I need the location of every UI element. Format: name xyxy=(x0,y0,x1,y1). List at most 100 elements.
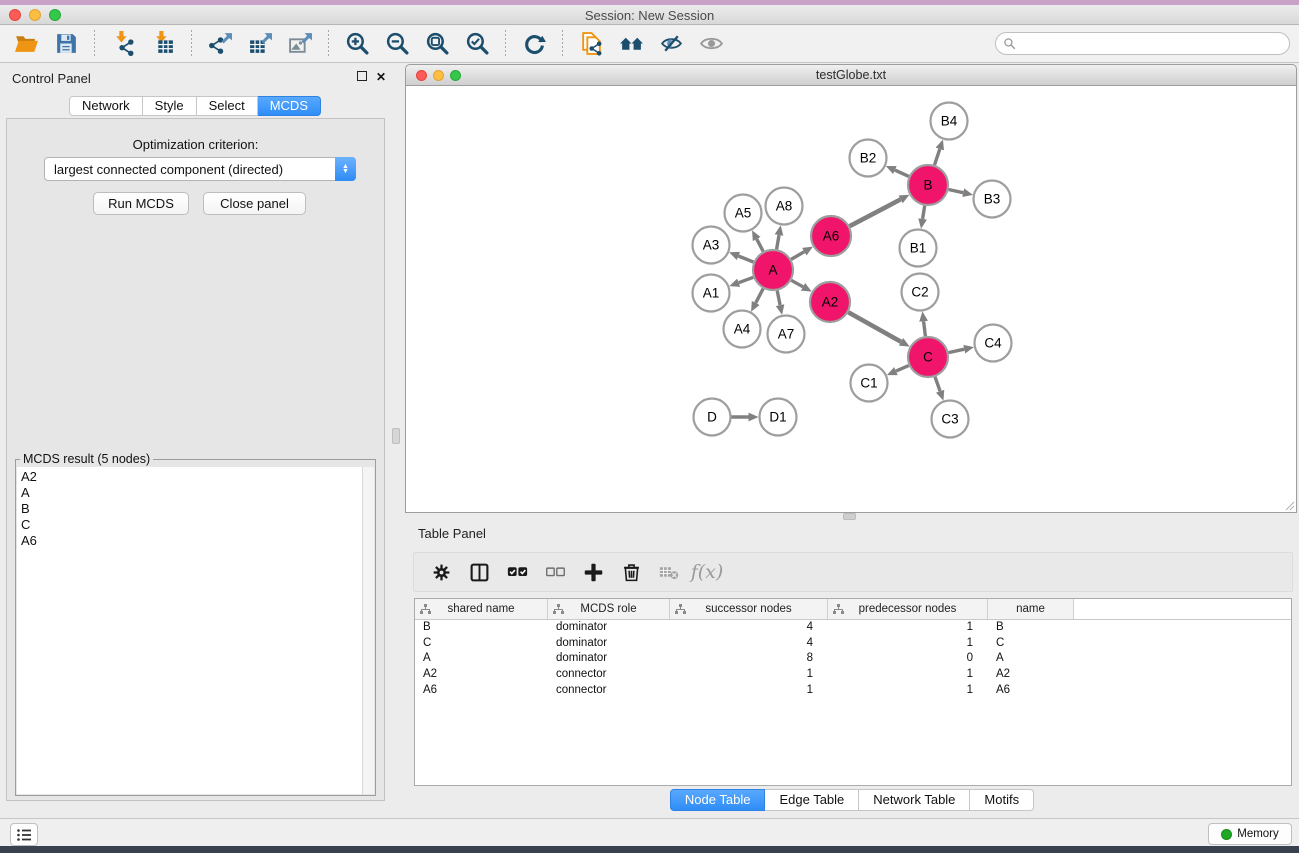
result-item[interactable]: A6 xyxy=(21,533,362,549)
cell-MCDS-role[interactable]: connector xyxy=(548,683,670,699)
column-header-predecessor-nodes[interactable]: predecessor nodes xyxy=(828,599,988,619)
node-A7[interactable]: A7 xyxy=(768,316,805,353)
result-item[interactable]: B xyxy=(21,501,362,517)
cell-MCDS-role[interactable]: connector xyxy=(548,667,670,683)
column-header-successor-nodes[interactable]: successor nodes xyxy=(670,599,828,619)
cell-predecessor-nodes[interactable]: 1 xyxy=(828,620,988,636)
resize-grip-icon[interactable] xyxy=(1283,499,1295,511)
edge-C-C2[interactable] xyxy=(924,321,926,336)
edge-B-B4[interactable] xyxy=(935,149,940,165)
export-image-button[interactable] xyxy=(280,28,320,60)
node-A[interactable]: A xyxy=(753,250,793,290)
node-B4[interactable]: B4 xyxy=(931,103,968,140)
cell-MCDS-role[interactable]: dominator xyxy=(548,636,670,652)
cell-shared-name[interactable]: A6 xyxy=(415,683,548,699)
cell-MCDS-role[interactable]: dominator xyxy=(548,651,670,667)
export-network-button[interactable] xyxy=(200,28,240,60)
edge-B-B1[interactable] xyxy=(923,206,925,219)
open-file-button[interactable] xyxy=(6,28,46,60)
column-header-name[interactable]: name xyxy=(988,599,1074,619)
add-row-button[interactable] xyxy=(574,556,612,588)
export-table-button[interactable] xyxy=(240,28,280,60)
show-all-button[interactable] xyxy=(691,28,731,60)
node-A2[interactable]: A2 xyxy=(810,282,850,322)
edge-A2-C[interactable] xyxy=(848,312,901,342)
deselect-all-rows-button[interactable] xyxy=(536,556,574,588)
search-input[interactable] xyxy=(1016,37,1289,51)
node-A3[interactable]: A3 xyxy=(693,227,730,264)
search-box[interactable] xyxy=(995,32,1290,55)
node-A8[interactable]: A8 xyxy=(766,188,803,225)
select-all-rows-button[interactable] xyxy=(498,556,536,588)
node-C1[interactable]: C1 xyxy=(851,365,888,402)
task-history-button[interactable] xyxy=(10,823,38,846)
result-item[interactable]: A xyxy=(21,485,362,501)
cell-shared-name[interactable]: A xyxy=(415,651,548,667)
zoom-selected-button[interactable] xyxy=(457,28,497,60)
node-A1[interactable]: A1 xyxy=(693,275,730,312)
edge-A-A6[interactable] xyxy=(791,252,804,260)
first-neighbors-button[interactable] xyxy=(611,28,651,60)
cell-successor-nodes[interactable]: 1 xyxy=(670,683,828,699)
save-session-button[interactable] xyxy=(46,28,86,60)
node-table[interactable]: shared name MCDS role successor nodes pr… xyxy=(414,598,1292,786)
delete-rows-button[interactable] xyxy=(612,556,650,588)
edge-A-A2[interactable] xyxy=(791,280,803,287)
node-C4[interactable]: C4 xyxy=(975,325,1012,362)
cell-name[interactable]: A2 xyxy=(988,667,1074,683)
node-A4[interactable]: A4 xyxy=(724,311,761,348)
zoom-fit-button[interactable] xyxy=(417,28,457,60)
tab-select[interactable]: Select xyxy=(197,96,258,116)
table-row[interactable]: A2connector11A2 xyxy=(415,667,1291,683)
edge-A-A8[interactable] xyxy=(777,235,779,249)
vertical-splitter-handle[interactable] xyxy=(392,428,400,444)
edge-B-B3[interactable] xyxy=(949,190,964,193)
table-tab-motifs[interactable]: Motifs xyxy=(970,789,1034,811)
edge-A-A1[interactable] xyxy=(739,277,754,282)
cell-successor-nodes[interactable]: 1 xyxy=(670,667,828,683)
edge-C-C4[interactable] xyxy=(949,349,965,352)
node-C2[interactable]: C2 xyxy=(902,274,939,311)
horizontal-splitter-handle[interactable] xyxy=(843,513,856,520)
column-header-MCDS-role[interactable]: MCDS role xyxy=(548,599,670,619)
node-B1[interactable]: B1 xyxy=(900,230,937,267)
cell-successor-nodes[interactable]: 4 xyxy=(670,620,828,636)
cell-successor-nodes[interactable]: 8 xyxy=(670,651,828,667)
node-D1[interactable]: D1 xyxy=(760,399,797,436)
table-row[interactable]: Bdominator41B xyxy=(415,620,1291,636)
float-panel-icon[interactable] xyxy=(357,70,367,84)
edge-A-A7[interactable] xyxy=(777,291,780,306)
column-header-shared-name[interactable]: shared name xyxy=(415,599,548,619)
import-table-button[interactable] xyxy=(143,28,183,60)
cell-shared-name[interactable]: C xyxy=(415,636,548,652)
node-B2[interactable]: B2 xyxy=(850,140,887,177)
node-C3[interactable]: C3 xyxy=(932,401,969,438)
table-row[interactable]: A6connector11A6 xyxy=(415,683,1291,699)
node-B[interactable]: B xyxy=(908,165,948,205)
node-D[interactable]: D xyxy=(694,399,731,436)
cell-predecessor-nodes[interactable]: 1 xyxy=(828,667,988,683)
node-A6[interactable]: A6 xyxy=(811,216,851,256)
tab-network[interactable]: Network xyxy=(69,96,143,116)
show-columns-button[interactable] xyxy=(460,556,498,588)
criterion-dropdown[interactable]: largest connected component (directed) ▲… xyxy=(44,157,356,181)
node-B3[interactable]: B3 xyxy=(974,181,1011,218)
table-row[interactable]: Cdominator41C xyxy=(415,636,1291,652)
edge-A6-B[interactable] xyxy=(850,199,901,226)
cell-predecessor-nodes[interactable]: 1 xyxy=(828,683,988,699)
table-row[interactable]: Adominator80A xyxy=(415,651,1291,667)
edge-B-B2[interactable] xyxy=(895,170,909,176)
tab-style[interactable]: Style xyxy=(143,96,197,116)
run-mcds-button[interactable]: Run MCDS xyxy=(93,192,189,215)
close-panel-icon[interactable]: ✕ xyxy=(376,70,386,84)
zoom-out-button[interactable] xyxy=(377,28,417,60)
cell-name[interactable]: A xyxy=(988,651,1074,667)
new-network-from-selection-button[interactable] xyxy=(571,28,611,60)
cell-MCDS-role[interactable]: dominator xyxy=(548,620,670,636)
cell-name[interactable]: C xyxy=(988,636,1074,652)
settings-gear-button[interactable] xyxy=(422,556,460,588)
result-item[interactable]: A2 xyxy=(21,469,362,485)
import-network-button[interactable] xyxy=(103,28,143,60)
hide-selected-button[interactable] xyxy=(651,28,691,60)
result-item[interactable]: C xyxy=(21,517,362,533)
